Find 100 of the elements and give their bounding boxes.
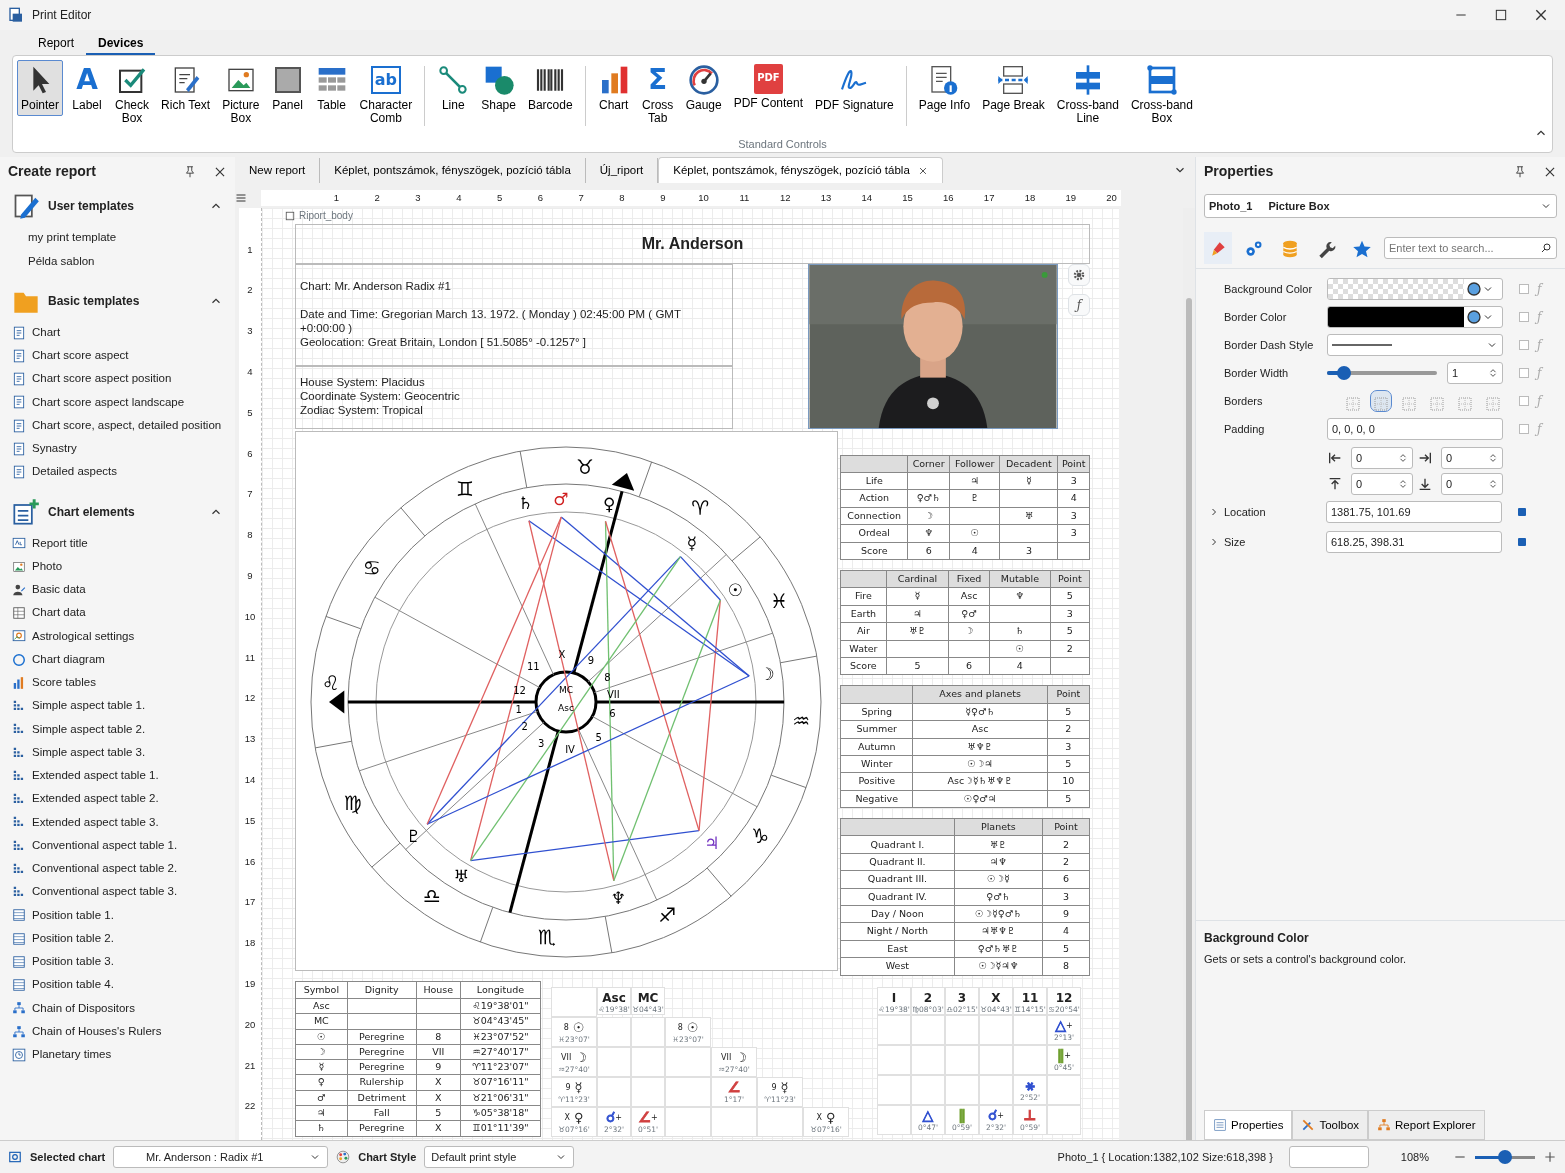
gauge-tool-button[interactable]: Gauge [681,59,726,116]
number-spinner[interactable]: 0 [1351,473,1413,496]
template-item[interactable]: Chart data [32,604,86,622]
checkbox[interactable] [1519,368,1529,379]
picture-tool-button[interactable]: Picture Box [218,59,264,129]
template-item[interactable]: Planetary times [32,1046,112,1064]
border-option-button[interactable] [1371,391,1391,412]
formula-button[interactable]: ƒ [1068,293,1090,316]
object-selector[interactable]: Photo_1 Picture Box [1204,194,1557,219]
pin-icon[interactable] [183,164,197,179]
pin-icon[interactable] [1513,164,1527,179]
template-item[interactable]: Chart score aspect position [32,370,172,388]
app-icon[interactable] [8,6,24,23]
template-item[interactable]: Extended aspect table 3. [32,813,159,831]
chart-frame-icon[interactable] [8,1150,22,1165]
checkbox[interactable] [1519,424,1529,435]
template-item[interactable]: Chart score, aspect, detailed position [32,416,222,435]
template-item[interactable]: Példa sablon [28,252,95,270]
template-item[interactable]: Position table 3. [32,953,114,971]
panel-tab[interactable]: Properties [1204,1110,1293,1141]
template-item[interactable]: Astrological settings [32,627,135,645]
text-field[interactable]: 0, 0, 0, 0 [1327,418,1503,441]
document-tab[interactable]: Képlet, pontszámok, fényszögek, pozíció tábla [320,158,586,184]
richtext-tool-button[interactable]: Rich Text [157,59,215,116]
template-item[interactable]: Synastry [32,440,77,458]
dash-style-dropdown[interactable] [1327,334,1503,357]
number-spinner[interactable]: 0 [1441,447,1503,470]
panel-tool-button[interactable]: Panel [267,59,308,116]
text-field[interactable]: 1381.75, 101.69 [1326,501,1502,524]
color-picker[interactable] [1327,278,1503,301]
text-field[interactable]: 618.25, 398.31 [1326,531,1502,554]
property-tab[interactable] [1204,232,1232,265]
document-tab[interactable]: New report [235,158,321,184]
zoom-in-button[interactable] [1543,1150,1557,1165]
settings-button[interactable] [1068,263,1090,286]
template-item[interactable]: Chain of Dispositors [32,999,135,1017]
template-item[interactable]: Chart diagram [32,650,105,669]
template-item[interactable]: Position table 1. [32,906,114,924]
column-header: X [991,991,1001,1005]
zoom-slider-thumb[interactable] [1498,1149,1512,1164]
barcode-tool-button[interactable]: Barcode [523,59,577,116]
table-tool-button[interactable]: Table [311,59,352,116]
table-cell: Peregrine [347,1029,417,1045]
template-item[interactable]: Chart [32,323,61,342]
sigma-tool-button[interactable]: Σ Cross Tab [637,59,678,129]
template-item[interactable]: Chain of Houses's Rulers [32,1022,162,1041]
template-item[interactable]: Conventional aspect table 1. [32,836,178,855]
chart-tool-button[interactable]: Chart [593,59,634,116]
number-spinner[interactable]: 1 [1447,362,1503,385]
template-item[interactable]: Simple aspect table 1. [32,697,146,715]
checkbox[interactable] [1519,396,1529,407]
template-item[interactable]: Chart score aspect [32,347,129,365]
comb-tool-button[interactable]: ab Character Comb [355,59,417,129]
ribbon-tab[interactable]: Report [26,29,87,55]
pdf-tool-button[interactable]: PDF PDF Content [729,59,808,114]
template-item[interactable]: Report title [32,534,88,552]
checkbox-tool-button[interactable]: Check Box [111,59,154,129]
number-spinner[interactable]: 0 [1441,473,1503,496]
number-spinner[interactable]: 0 [1351,447,1413,470]
template-item[interactable]: Detailed aspects [32,463,118,481]
pageinfo-tool-button[interactable]: Page Info [914,59,975,116]
input-field[interactable] [1288,1146,1369,1169]
style-dropdown[interactable]: Default print style [424,1146,575,1169]
color-picker[interactable] [1327,306,1503,329]
template-item[interactable]: Score tables [32,674,96,692]
checkbox[interactable] [1519,312,1529,323]
panel-tab[interactable]: Report Explorer [1368,1110,1485,1141]
shape-tool-button[interactable]: Shape [477,59,520,116]
search-field[interactable]: Enter text to search... [1384,237,1557,260]
panel-tab[interactable]: Toolbox [1292,1110,1369,1141]
template-item[interactable]: Photo [32,557,63,576]
checkbox[interactable] [1519,284,1529,295]
bound-indicator [1518,508,1526,517]
template-item[interactable]: Conventional aspect table 3. [32,883,178,901]
checkbox[interactable] [1519,340,1529,351]
template-item[interactable]: my print template [28,229,117,247]
signature-tool-button[interactable]: PDF Signature [811,59,898,116]
menu-icon[interactable] [235,192,247,204]
slider-thumb[interactable] [1336,366,1351,381]
bandline-tool-button[interactable]: Cross-band Line [1052,59,1123,129]
template-item[interactable]: Position table 4. [32,976,114,994]
palette-icon[interactable] [336,1150,351,1165]
template-item[interactable]: Basic data [32,581,86,599]
document-tab[interactable]: Képlet, pontszámok, fényszögek, pozíció tábla [658,157,943,184]
close-icon[interactable] [917,165,928,176]
template-item[interactable]: Conventional aspect table 2. [32,860,178,878]
template-item[interactable]: Simple aspect table 2. [32,720,146,738]
label-tool-button[interactable]: A Label [67,59,108,116]
template-item[interactable]: Extended aspect table 1. [32,767,159,785]
bandbox-tool-button[interactable]: Cross-band Box [1126,59,1197,129]
pagebreak-tool-button[interactable]: Page Break [978,59,1049,116]
chart-dropdown[interactable]: Mr. Anderson : Radix #1 [113,1146,329,1169]
template-item[interactable]: Extended aspect table 2. [32,790,159,808]
pointer-tool-button[interactable]: Pointer [17,59,64,116]
template-item[interactable]: Position table 2. [32,929,114,948]
line-tool-button[interactable]: Line [433,59,474,116]
band-icon[interactable] [285,210,295,221]
scrollbar-thumb[interactable] [1186,297,1192,1141]
template-item[interactable]: Chart score aspect landscape [32,393,185,411]
template-item[interactable]: Simple aspect table 3. [32,743,146,762]
